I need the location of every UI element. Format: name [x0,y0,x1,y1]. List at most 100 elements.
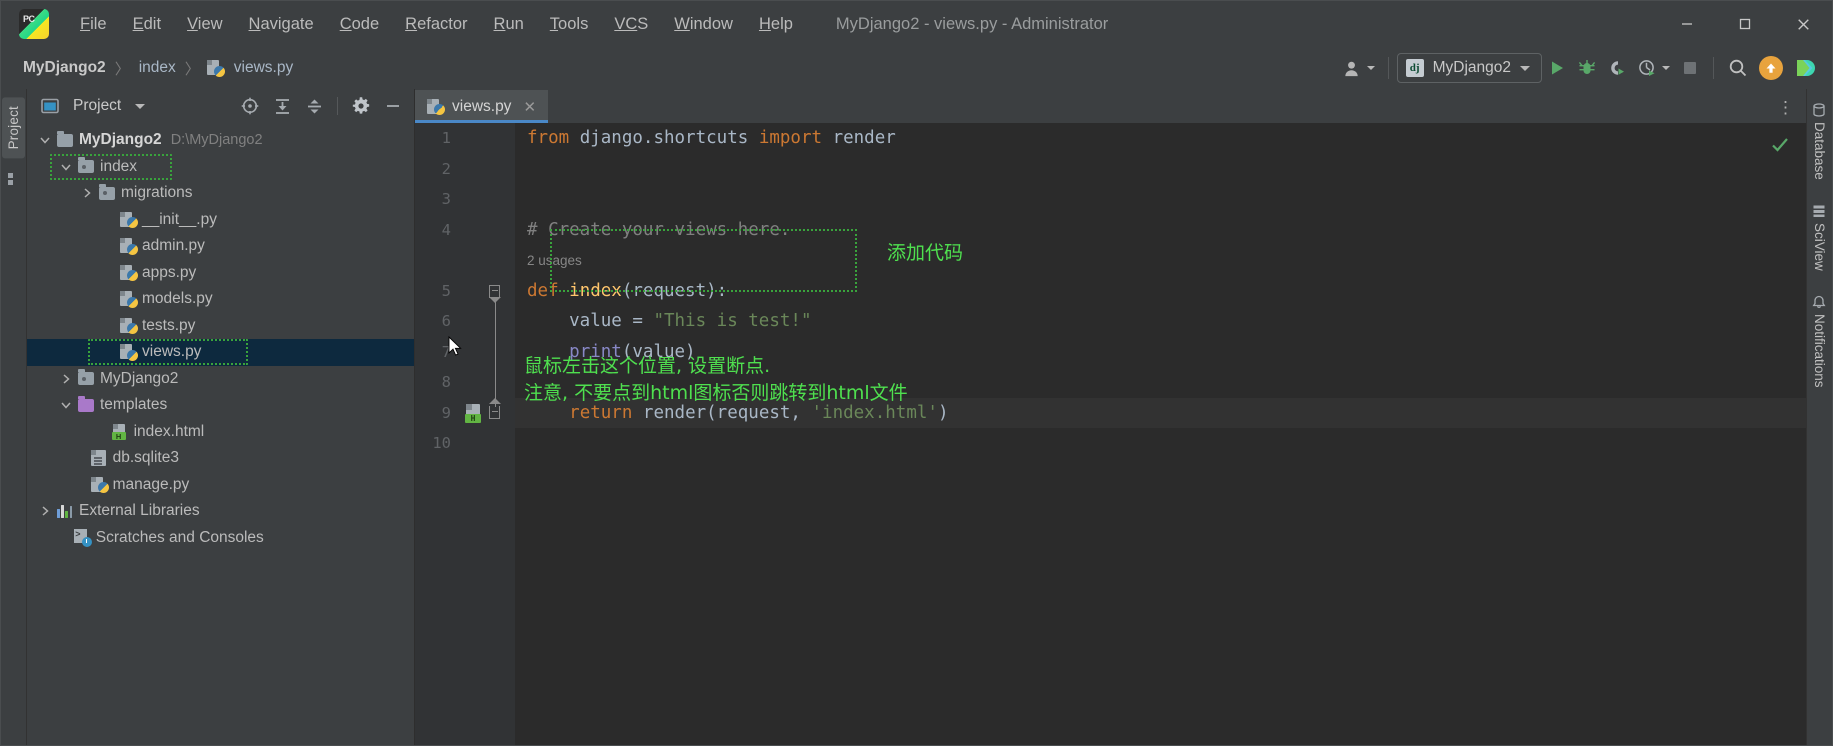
tool-window-tab-project[interactable]: Project [2,97,25,159]
tree-item-manage-py[interactable]: manage.py [27,472,414,499]
tree-item-models-py[interactable]: models.py [27,286,414,313]
close-icon[interactable]: ✕ [523,98,536,116]
run-with-coverage-icon[interactable] [1602,53,1632,83]
tool-window-tab-notifications[interactable]: Notifications [1809,289,1830,394]
tree-item-db-sqlite3[interactable]: db.sqlite3 [27,445,414,472]
menu-label-rest: ile [90,14,107,33]
menu-item-navigate[interactable]: Navigate [236,11,327,38]
editor-gutter[interactable]: 1 2 3 4 5 6 7 8 9 H 10 [415,123,515,745]
tree-item-external-libraries[interactable]: External Libraries [27,498,414,525]
chevron-down-icon [1520,65,1530,71]
menu-item-window[interactable]: Window [661,11,746,38]
tree-item-templates[interactable]: templates [27,392,414,419]
code-line-10[interactable] [515,428,1806,459]
minimize-icon[interactable] [1658,1,1716,47]
menu-item-tools[interactable]: Tools [537,11,602,38]
update-project-icon[interactable] [1754,53,1788,83]
tree-item-apps-py[interactable]: apps.py [27,260,414,287]
menu-item-edit[interactable]: Edit [120,11,174,38]
chevron-down-icon[interactable] [58,161,74,173]
code-line-5[interactable]: def index (request): [515,276,1806,307]
debug-icon[interactable] [1572,53,1602,83]
editor-tab-views-py[interactable]: views.py ✕ [415,90,549,123]
breadcrumb-file[interactable]: views.py [230,57,297,79]
menu-item-file[interactable]: File [67,11,120,38]
run-icon[interactable] [1542,53,1572,83]
tree-item-index-html[interactable]: Hindex.html [27,419,414,446]
inspections-ok-icon[interactable] [1770,135,1790,160]
chevron-down-icon[interactable] [58,399,74,411]
collapse-all-icon[interactable] [301,93,327,119]
tree-item-views-py[interactable]: views.py [27,339,414,366]
select-opened-file-icon[interactable] [237,93,263,119]
menu-item-run[interactable]: Run [481,11,537,38]
tree-item-mydjango2[interactable]: MyDjango2 [27,366,414,393]
code-line-1[interactable]: from django.shortcuts import render [515,123,1806,154]
code-fold-collapse-icon[interactable] [488,284,501,303]
tree-item-tests-py[interactable]: tests.py [27,313,414,340]
chevron-down-icon[interactable] [135,103,146,109]
tree-item--init-py[interactable]: __init__.py [27,207,414,234]
gear-icon[interactable] [348,93,374,119]
tree-item-mydjango2[interactable]: MyDjango2 D:\MyDjango2 [27,127,414,154]
maximize-icon[interactable] [1716,1,1774,47]
code-line-4[interactable]: # Create your views here. [515,215,1806,246]
menu-mnemonic: F [80,14,91,33]
run-configuration-selector[interactable]: dj MyDjango2 [1396,53,1542,83]
stop-icon[interactable] [1675,53,1705,83]
html-file-icon[interactable]: H [465,404,484,423]
code-content[interactable]: from django.shortcuts import render # Cre… [515,123,1806,745]
structure-icon[interactable] [7,172,21,191]
menu-item-view[interactable]: View [174,11,235,38]
close-icon[interactable] [1774,1,1832,47]
menu-item-refactor[interactable]: Refactor [392,11,480,38]
gutter-line-6[interactable]: 6 [415,306,515,337]
menu-item-code[interactable]: Code [327,11,392,38]
project-panel-title: Project [73,97,122,114]
code-line-3[interactable] [515,184,1806,215]
gutter-line-2[interactable]: 2 [415,154,515,185]
code-editor[interactable]: 1 2 3 4 5 6 7 8 9 H 10 from django.shortcuts impor… [415,123,1806,745]
chevron-right-icon[interactable] [37,505,53,517]
tool-window-tab-sciview[interactable]: SciView [1809,198,1830,277]
tree-item-index[interactable]: index [27,153,414,181]
gutter-inlay-row[interactable] [415,245,515,276]
tree-item-scratches-and-consoles[interactable]: > Scratches and Consoles [27,525,414,552]
ide-feature-trainer-icon[interactable] [1788,53,1822,83]
chevron-down-icon[interactable] [37,134,53,146]
usages-inlay-hint[interactable]: 2 usages [527,253,582,268]
hide-panel-icon[interactable] [380,93,406,119]
menu-item-vcs[interactable]: VCS [601,11,661,38]
code-fold-end-icon[interactable] [488,398,501,419]
menu-mnemonic: R [493,14,506,33]
code-line-6[interactable]: value = "This is test!" [515,306,1806,337]
menu-mnemonic: VC [614,14,638,33]
chevron-right-icon[interactable] [79,187,95,199]
user-account-icon[interactable] [1337,53,1380,83]
code-line-2[interactable] [515,154,1806,185]
gutter-line-4[interactable]: 4 [415,215,515,246]
profile-icon[interactable] [1632,53,1675,83]
search-everywhere-icon[interactable] [1722,53,1754,83]
chevron-right-icon[interactable] [58,373,74,385]
tree-item-admin-py[interactable]: admin.py [27,233,414,260]
code-inlay-usages[interactable]: 2 usages [515,245,1806,276]
gutter-line-10[interactable]: 10 [415,428,515,459]
code-fold-line [494,297,496,408]
python-file-icon [120,317,138,335]
breadcrumb-project[interactable]: MyDjango2 [19,57,110,79]
more-options-icon[interactable]: ⋮ [1777,99,1794,116]
expand-all-icon[interactable] [269,93,295,119]
gutter-line-7[interactable]: 7 [415,337,515,368]
gutter-line-1[interactable]: 1 [415,123,515,154]
html-file-icon: H [111,423,129,441]
gutter-line-3[interactable]: 3 [415,184,515,215]
gutter-line-8[interactable]: 8 [415,367,515,398]
tool-window-tab-database[interactable]: Database [1809,97,1830,186]
menu-item-help[interactable]: Help [746,11,806,38]
breadcrumb-folder[interactable]: index [135,57,180,79]
toolbar-separator-1 [1387,57,1389,79]
project-tree[interactable]: MyDjango2 D:\MyDjango2 index migrations __in… [27,123,414,745]
tree-item-migrations[interactable]: migrations [27,180,414,207]
folder-icon [57,130,74,149]
